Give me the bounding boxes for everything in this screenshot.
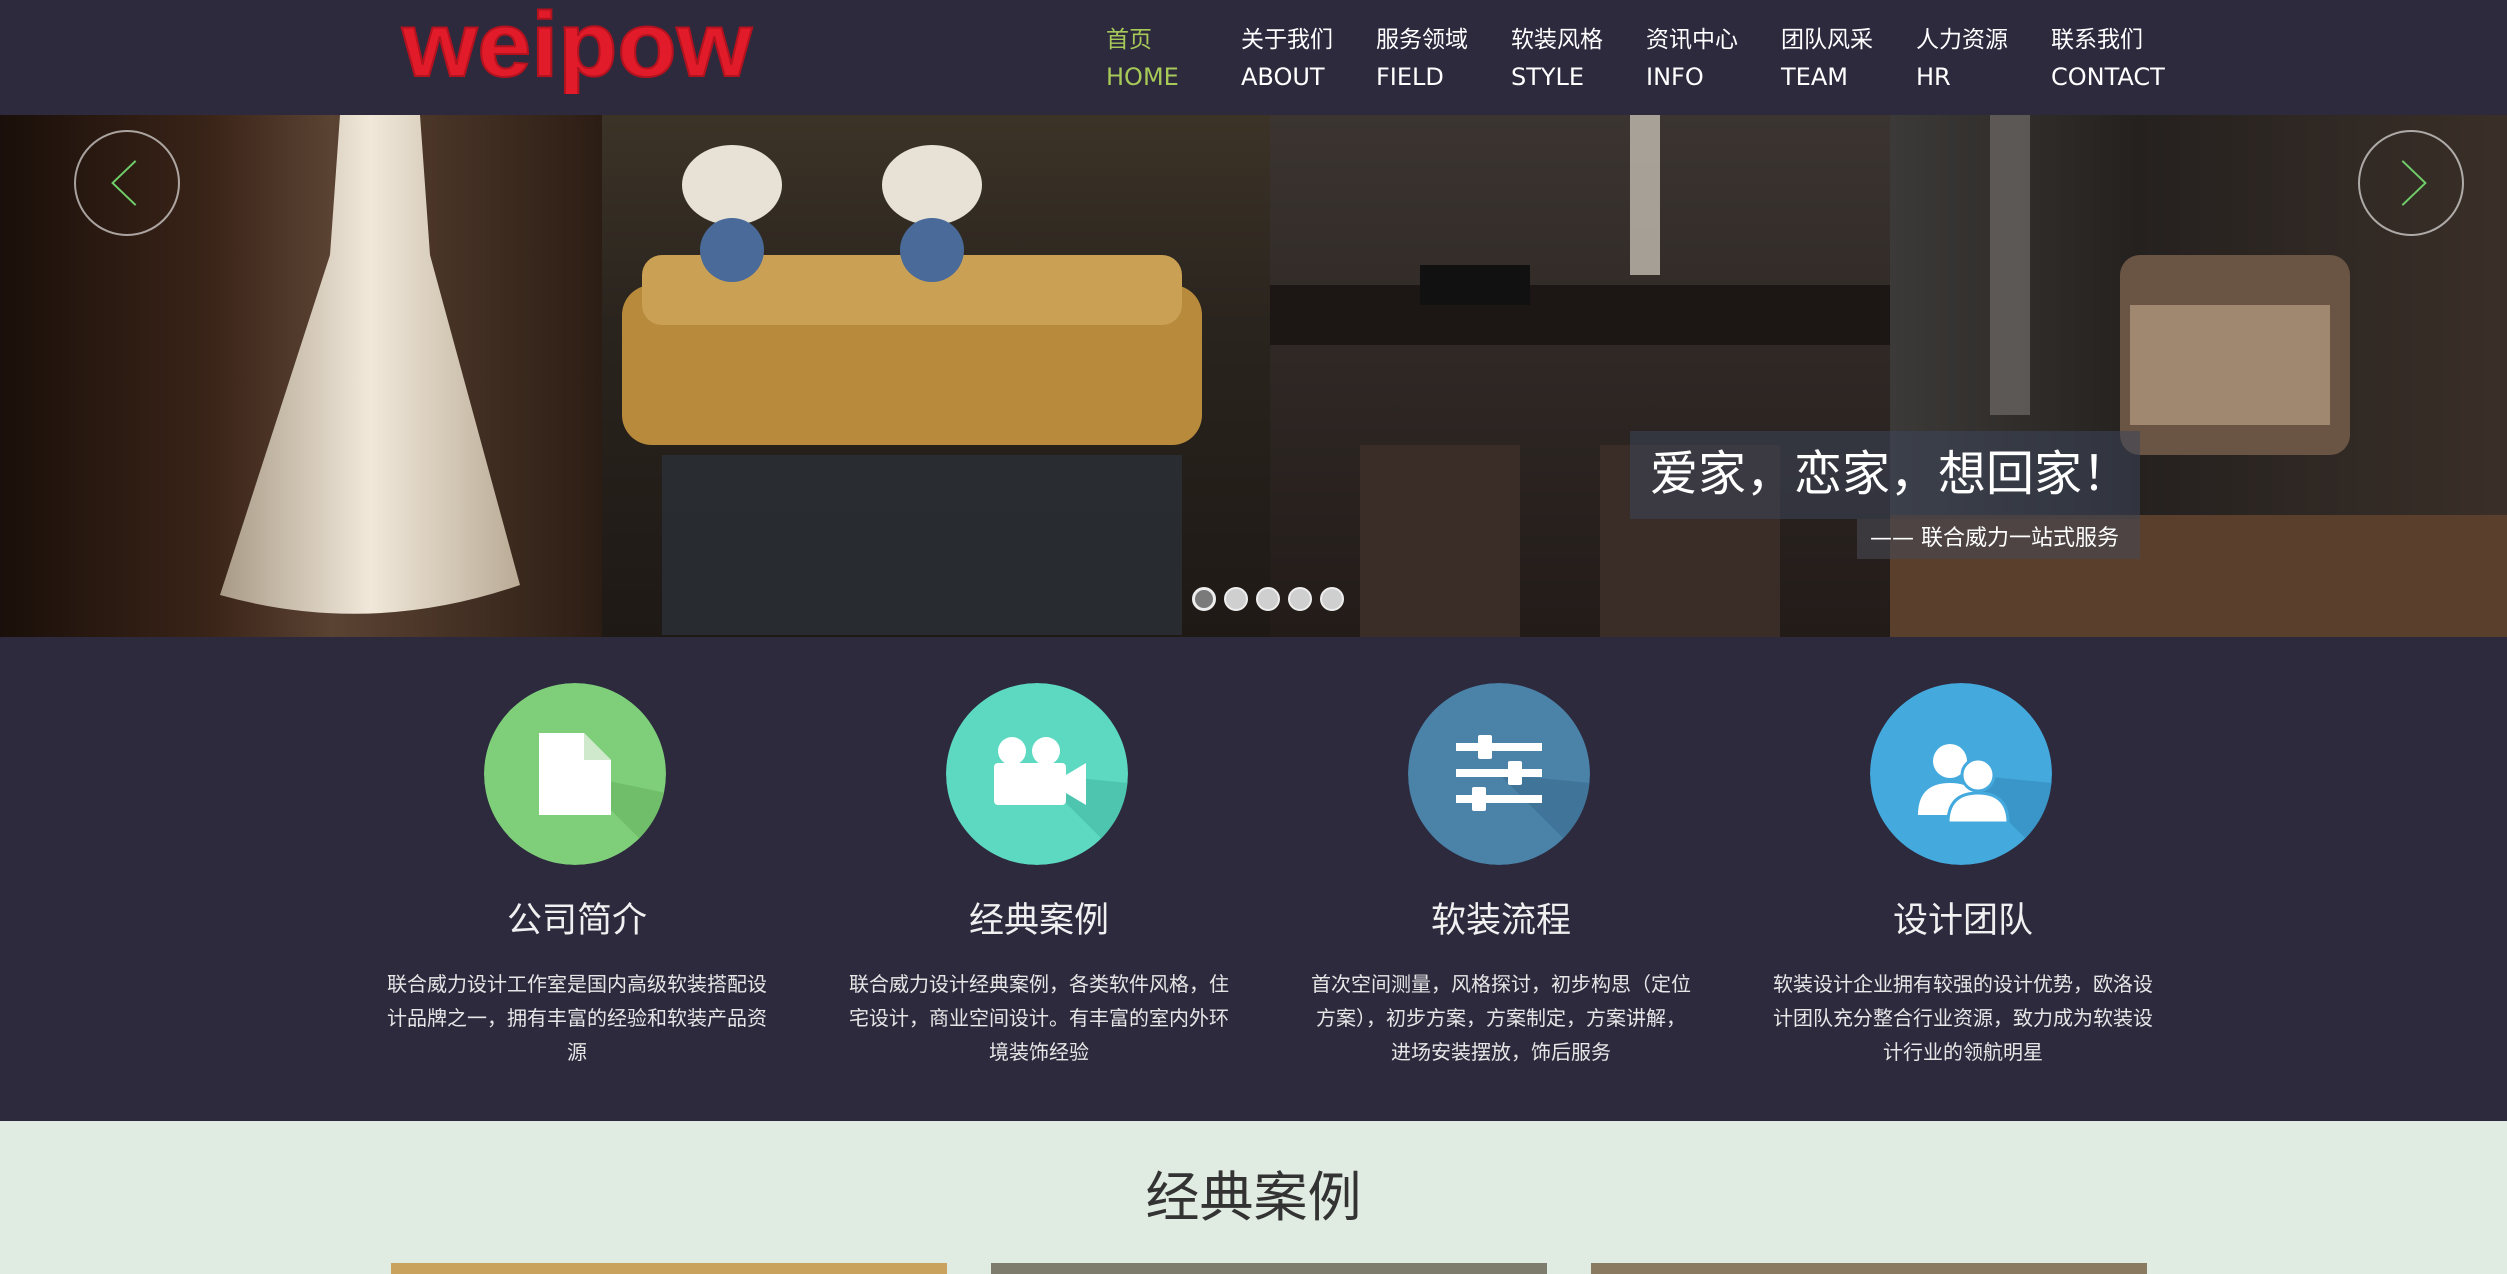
service-description: 软装设计企业拥有较强的设计优势，欧洛设计团队充分整合行业资源，致力成为软装设计行… (1773, 972, 2153, 1064)
nav-item-label-en: INFO (1646, 63, 1704, 91)
nav-item-label-en: HOME (1106, 63, 1179, 91)
users-icon (1870, 683, 2052, 865)
main-nav: 首页 HOME 关于我们 ABOUT 服务领域 FIELD 软装风格 STYLE… (1106, 22, 2186, 102)
slider-dot-4[interactable] (1288, 587, 1312, 611)
slide-caption-subtitle: —— 联合威力一站式服务 (1870, 526, 2119, 551)
site-header: weipow 首页 HOME 关于我们 ABOUT 服务领域 FIELD 软装风… (0, 0, 2507, 115)
nav-item-label-cn: 服务领域 (1376, 27, 1468, 53)
slider-dot-1[interactable] (1192, 587, 1216, 611)
slide-caption-title: 爱家，恋家，想回家！ (1650, 446, 2131, 502)
nav-item-label-en: TEAM (1781, 63, 1848, 91)
document-icon (484, 683, 666, 865)
nav-item-label-cn: 资讯中心 (1646, 27, 1738, 53)
nav-item-label-en: ABOUT (1241, 63, 1325, 91)
nav-item-label-cn: 关于我们 (1241, 27, 1333, 53)
prev-slide-button[interactable] (74, 130, 180, 236)
chevron-left-icon (111, 160, 137, 206)
nav-item-hr[interactable]: 人力资源 HR (1916, 22, 2051, 102)
nav-item-label-en: STYLE (1511, 63, 1585, 91)
nav-item-style[interactable]: 软装风格 STYLE (1511, 22, 1646, 102)
sofa-graphic (622, 145, 1202, 635)
cases-heading: 经典案例 (1145, 1166, 1362, 1229)
nav-item-info[interactable]: 资讯中心 INFO (1646, 22, 1781, 102)
slider-dot-2[interactable] (1224, 587, 1248, 611)
service-title: 公司简介 (506, 901, 647, 941)
bride-dress-graphic (220, 115, 520, 614)
logo[interactable]: weipow (398, 0, 758, 97)
slider-dot-5[interactable] (1320, 587, 1344, 611)
service-description: 联合威力设计经典案例，各类软件风格，住宅设计，商业空间设计。有丰富的室内外环境装… (849, 972, 1229, 1064)
sliders-icon (1408, 683, 1590, 865)
nav-item-label-en: HR (1916, 63, 1951, 91)
nav-item-label-cn: 联系我们 (2051, 27, 2143, 53)
service-icon-circle (1408, 683, 1590, 865)
chevron-right-icon (2401, 160, 2427, 206)
nav-item-team[interactable]: 团队风采 TEAM (1781, 22, 1916, 102)
slide-image-livingroom (602, 115, 1270, 637)
nav-item-home[interactable]: 首页 HOME (1106, 22, 1241, 102)
service-icon-circle (946, 683, 1128, 865)
service-title: 软装流程 (1430, 901, 1571, 941)
nav-item-label-cn: 首页 (1106, 27, 1152, 53)
slider-pagination (1192, 587, 1352, 611)
nav-item-label-cn: 软装风格 (1511, 27, 1603, 53)
service-icon-circle (1870, 683, 2052, 865)
services-section: 公司简介 联合威力设计工作室是国内高级软装搭配设计品牌之一，拥有丰富的经验和软装… (0, 637, 2507, 1121)
case-thumbnail[interactable] (1591, 1263, 2147, 1274)
next-slide-button[interactable] (2358, 130, 2464, 236)
logo-graphic: weipow (400, 0, 754, 97)
service-description: 联合威力设计工作室是国内高级软装搭配设计品牌之一，拥有丰富的经验和软装产品资源 (387, 972, 767, 1064)
hero-slider: 爱家，恋家，想回家！ —— 联合威力一站式服务 (0, 115, 2507, 637)
case-thumbnail[interactable] (991, 1263, 1547, 1274)
svg-text:weipow: weipow (401, 4, 753, 94)
slide-caption: 爱家，恋家，想回家！ —— 联合威力一站式服务 (1630, 431, 2140, 561)
service-icon-circle (484, 683, 666, 865)
slider-dot-3[interactable] (1256, 587, 1280, 611)
service-title: 经典案例 (968, 901, 1109, 941)
case-thumbnail[interactable] (391, 1263, 947, 1274)
nav-item-about[interactable]: 关于我们 ABOUT (1241, 22, 1376, 102)
nav-item-field[interactable]: 服务领域 FIELD (1376, 22, 1511, 102)
nav-item-contact[interactable]: 联系我们 CONTACT (2051, 22, 2186, 102)
nav-item-label-en: CONTACT (2051, 63, 2165, 91)
service-description: 首次空间测量，风格探讨，初步构思（定位方案），初步方案，方案制定，方案讲解，进场… (1311, 972, 1691, 1064)
nav-item-label-cn: 人力资源 (1916, 27, 2008, 53)
service-title: 设计团队 (1892, 901, 2033, 941)
cases-section: 经典案例 (0, 1121, 2507, 1274)
video-camera-icon (946, 683, 1128, 865)
nav-item-label-cn: 团队风采 (1781, 27, 1873, 53)
nav-item-label-en: FIELD (1376, 63, 1444, 91)
